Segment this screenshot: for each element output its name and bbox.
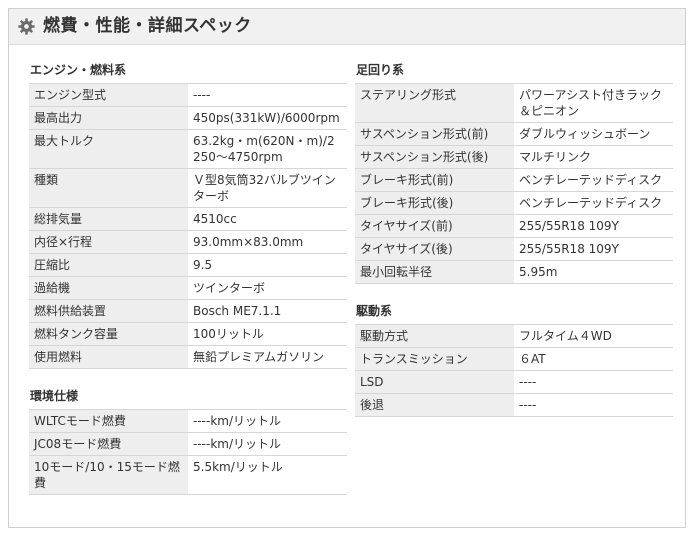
spec-table: ステアリング形式 パワーアシスト付きラック＆ピニオン サスペンション形式(前) ダブル… — [355, 83, 673, 284]
spec-value: ツインターボ — [188, 276, 347, 300]
table-row: 燃料タンク容量 100リットル — [29, 322, 347, 346]
spec-label: 最高出力 — [29, 106, 188, 130]
spec-value: Bosch ME7.1.1 — [188, 299, 347, 323]
table-row: 後退 ---- — [355, 393, 673, 417]
spec-label: LSD — [355, 370, 514, 394]
table-row: 過給機 ツインターボ — [29, 276, 347, 300]
spec-value: ６AT — [514, 347, 673, 371]
spec-label: WLTCモード燃費 — [29, 409, 188, 433]
spec-label: 種類 — [29, 168, 188, 208]
spec-label: 駆動方式 — [355, 324, 514, 348]
spec-label: ブレーキ形式(前) — [355, 168, 514, 192]
spec-label: エンジン型式 — [29, 83, 188, 107]
spec-value: 4510cc — [188, 207, 347, 231]
table-row: 燃料供給装置 Bosch ME7.1.1 — [29, 299, 347, 323]
left-column: エンジン・燃料系エンジン型式 ---- 最高出力 450ps(331kW)/6000r… — [29, 59, 347, 511]
table-row: サスペンション形式(後) マルチリンク — [355, 145, 673, 169]
table-row: エンジン型式 ---- — [29, 83, 347, 107]
spec-table: WLTCモード燃費 ----km/リットル JC08モード燃費 ----km/リットル… — [29, 409, 347, 495]
table-row: 10モード/10・15モード燃費 5.5km/リットル — [29, 455, 347, 495]
spec-value: Ｖ型8気筒32バルブツインターボ — [188, 168, 347, 208]
spec-value: ---- — [188, 83, 347, 107]
spec-label: ステアリング形式 — [355, 83, 514, 123]
spec-table: 駆動方式 フルタイム４WD トランスミッション ６AT LSD ---- 後退 ---- — [355, 324, 673, 417]
spec-label: サスペンション形式(後) — [355, 145, 514, 169]
table-row: 圧縮比 9.5 — [29, 253, 347, 277]
spec-panel: 燃費・性能・詳細スペック エンジン・燃料系 エンジン型式 ---- 最高出力 450ps… — [8, 8, 686, 528]
table-row: タイヤサイズ(前) 255/55R18 109Y — [355, 214, 673, 238]
spec-label: トランスミッション — [355, 347, 514, 371]
spec-label: 総排気量 — [29, 207, 188, 231]
table-row: ステアリング形式 パワーアシスト付きラック＆ピニオン — [355, 83, 673, 123]
spec-value: 9.5 — [188, 253, 347, 277]
section-title: 環境仕様 — [30, 389, 79, 403]
spec-section: 環境仕様 WLTCモード燃費 ----km/リットル JC08モード燃費 ----km/… — [29, 385, 347, 495]
page-title: 燃費・性能・詳細スペック — [43, 16, 252, 36]
spec-value: パワーアシスト付きラック＆ピニオン — [514, 83, 673, 123]
spec-label: JC08モード燃費 — [29, 432, 188, 456]
spec-value: ----km/リットル — [188, 409, 347, 433]
spec-value: 93.0mm×83.0mm — [188, 230, 347, 254]
spec-value: 255/55R18 109Y — [514, 214, 673, 238]
table-row: 最高出力 450ps(331kW)/6000rpm — [29, 106, 347, 130]
spec-value: ----km/リットル — [188, 432, 347, 456]
spec-label: 圧縮比 — [29, 253, 188, 277]
table-row: ブレーキ形式(前) ベンチレーテッドディスク — [355, 168, 673, 192]
spec-label: 最小回転半径 — [355, 260, 514, 284]
section-title: エンジン・燃料系 — [30, 63, 127, 77]
spec-value: フルタイム４WD — [514, 324, 673, 348]
table-row: 総排気量 4510cc — [29, 207, 347, 231]
spec-label: タイヤサイズ(後) — [355, 237, 514, 261]
spec-value: ---- — [514, 393, 673, 417]
spec-table: エンジン型式 ---- 最高出力 450ps(331kW)/6000rpm 最大トルク 6… — [29, 83, 347, 369]
table-row: タイヤサイズ(後) 255/55R18 109Y — [355, 237, 673, 261]
table-row: トランスミッション ６AT — [355, 347, 673, 371]
table-row: 使用燃料 無鉛プレミアムガソリン — [29, 345, 347, 369]
spec-section: エンジン・燃料系エンジン型式 ---- 最高出力 450ps(331kW)/6000r… — [29, 59, 347, 369]
spec-value: 5.5km/リットル — [188, 455, 347, 495]
spec-label: 使用燃料 — [29, 345, 188, 369]
table-row: 種類 Ｖ型8気筒32バルブツインターボ — [29, 168, 347, 208]
spec-label: 過給機 — [29, 276, 188, 300]
spec-value: 63.2kg・m(620N・m)/2250～4750rpm — [188, 129, 347, 169]
spec-value: マルチリンク — [514, 145, 673, 169]
table-row: ブレーキ形式(後) ベンチレーテッドディスク — [355, 191, 673, 215]
table-row: サスペンション形式(前) ダブルウィッシュボーン — [355, 122, 673, 146]
table-row: 最大トルク 63.2kg・m(620N・m)/2250～4750rpm — [29, 129, 347, 169]
spec-label: 内径×行程 — [29, 230, 188, 254]
spec-section: 足回り系ステアリング形式 パワーアシスト付きラック＆ピニオン サスペンション形式(前… — [355, 59, 673, 284]
spec-label: サスペンション形式(前) — [355, 122, 514, 146]
section-title: 足回り系 — [356, 63, 405, 77]
section-title: 駆動系 — [356, 304, 393, 318]
table-row: JC08モード燃費 ----km/リットル — [29, 432, 347, 456]
spec-value: ダブルウィッシュボーン — [514, 122, 673, 146]
spec-value: ---- — [514, 370, 673, 394]
spec-label: 10モード/10・15モード燃費 — [29, 455, 188, 495]
spec-label: タイヤサイズ(前) — [355, 214, 514, 238]
spec-label: ブレーキ形式(後) — [355, 191, 514, 215]
spec-label: 最大トルク — [29, 129, 188, 169]
spec-label: 後退 — [355, 393, 514, 417]
panel-header: 燃費・性能・詳細スペック — [9, 9, 685, 45]
spec-section: 駆動系駆動方式 フルタイム４WD トランスミッション ６AT LSD ---- 後退 ---- — [355, 300, 673, 417]
spec-value: 無鉛プレミアムガソリン — [188, 345, 347, 369]
right-column: 足回り系ステアリング形式 パワーアシスト付きラック＆ピニオン サスペンション形式(前… — [355, 59, 673, 433]
spec-label: 燃料供給装置 — [29, 299, 188, 323]
spec-value: ベンチレーテッドディスク — [514, 168, 673, 192]
gear-icon — [18, 18, 35, 35]
spec-value: 5.95m — [514, 260, 673, 284]
table-row: 駆動方式 フルタイム４WD — [355, 324, 673, 348]
spec-label: 燃料タンク容量 — [29, 322, 188, 346]
table-row: 最小回転半径 5.95m — [355, 260, 673, 284]
table-row: 内径×行程 93.0mm×83.0mm — [29, 230, 347, 254]
spec-value: 450ps(331kW)/6000rpm — [188, 106, 347, 130]
table-row: WLTCモード燃費 ----km/リットル — [29, 409, 347, 433]
spec-value: 255/55R18 109Y — [514, 237, 673, 261]
spec-value: ベンチレーテッドディスク — [514, 191, 673, 215]
spec-value: 100リットル — [188, 322, 347, 346]
table-row: LSD ---- — [355, 370, 673, 394]
